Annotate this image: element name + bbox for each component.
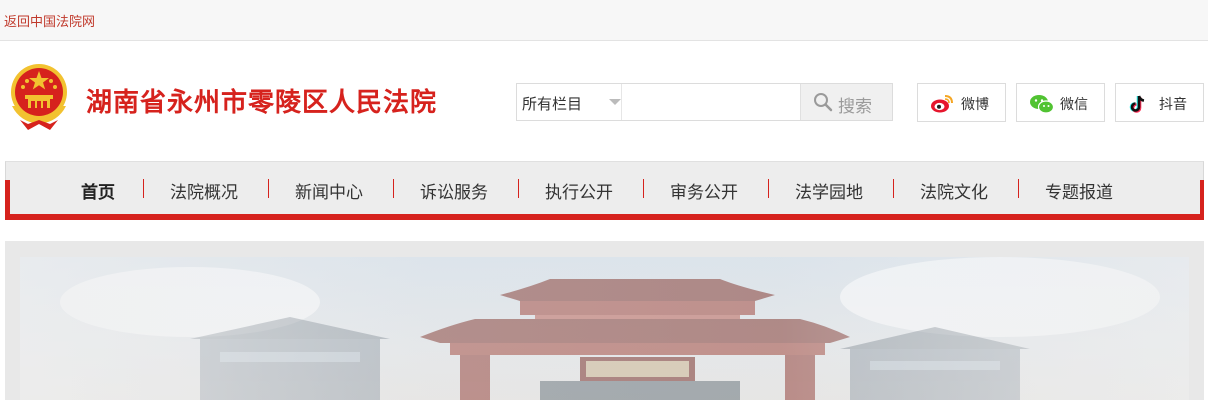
national-emblem-icon	[6, 62, 72, 132]
nav-item-litigation-services[interactable]: 诉讼服务	[420, 178, 488, 203]
wechat-button[interactable]: 微信	[1016, 83, 1105, 122]
top-bar: 返回中国法院网	[0, 0, 1208, 41]
nav-separator	[268, 179, 269, 198]
nav-separator	[393, 179, 394, 198]
nav-accent-bottom	[5, 213, 1204, 220]
back-to-china-court-link[interactable]: 返回中国法院网	[4, 11, 95, 30]
weibo-label: 微博	[961, 97, 989, 113]
nav-item-court-culture[interactable]: 法院文化	[920, 178, 988, 203]
category-select-value: 所有栏目	[522, 95, 583, 113]
search-button-label: 搜索	[838, 97, 872, 117]
wechat-label: 微信	[1060, 97, 1088, 113]
search-input[interactable]	[623, 85, 801, 119]
douyin-label: 抖音	[1159, 97, 1187, 113]
nav-separator	[1018, 179, 1019, 198]
douyin-icon	[1129, 95, 1145, 113]
nav-item-home[interactable]: 首页	[81, 178, 115, 203]
nav-separator	[143, 179, 144, 198]
nav-separator	[518, 179, 519, 198]
nav-separator	[768, 179, 769, 198]
nav-separator	[893, 179, 894, 198]
wechat-icon	[1030, 95, 1055, 114]
search-icon	[814, 93, 833, 112]
nav-inner: 首页 法院概况 新闻中心 诉讼服务 执行公开 审务公开 法学园地 法院文化 专题…	[10, 162, 1200, 214]
banner-image	[20, 257, 1189, 400]
banner	[5, 241, 1204, 400]
main-nav: 首页 法院概况 新闻中心 诉讼服务 执行公开 审务公开 法学园地 法院文化 专题…	[5, 161, 1204, 220]
nav-item-court-overview[interactable]: 法院概况	[170, 178, 238, 203]
weibo-icon	[931, 95, 953, 113]
douyin-button[interactable]: 抖音	[1115, 83, 1204, 122]
nav-item-news-center[interactable]: 新闻中心	[295, 178, 363, 203]
chevron-down-icon	[609, 99, 621, 105]
search-bar: 所有栏目 搜索	[516, 83, 893, 121]
nav-item-judicial-affairs[interactable]: 审务公开	[670, 178, 738, 203]
weibo-button[interactable]: 微博	[917, 83, 1006, 122]
nav-item-law-garden[interactable]: 法学园地	[795, 178, 863, 203]
category-select[interactable]: 所有栏目	[517, 84, 622, 120]
nav-separator	[643, 179, 644, 198]
site-title: 湖南省永州市零陵区人民法院	[86, 88, 438, 118]
nav-item-enforcement[interactable]: 执行公开	[545, 178, 613, 203]
search-button[interactable]: 搜索	[800, 84, 892, 120]
nav-item-special-reports[interactable]: 专题报道	[1045, 178, 1113, 203]
